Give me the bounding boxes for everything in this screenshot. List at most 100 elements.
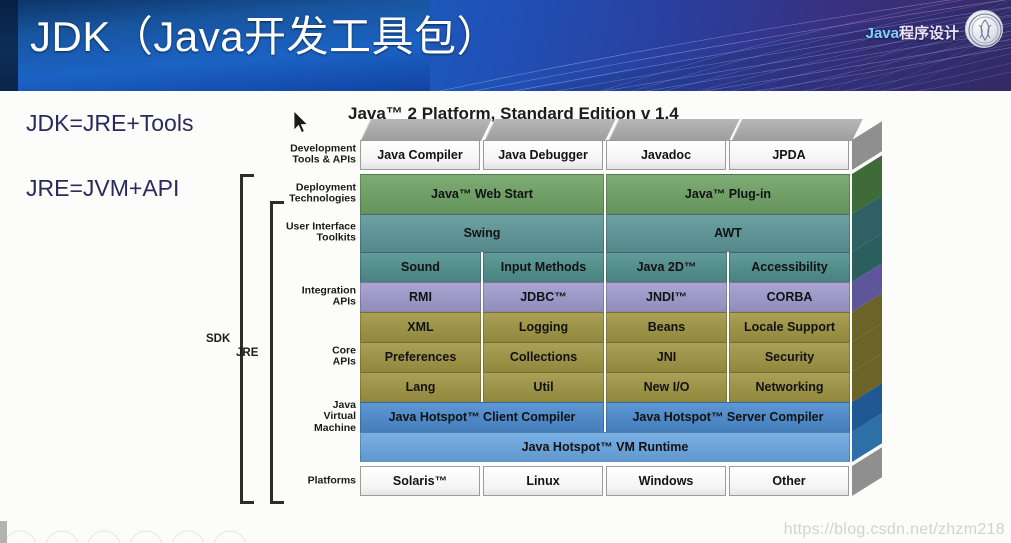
slide-root: JDK（Java开发工具包） Java程序设计 JDK=JRE+Tools JR… [0, 0, 1011, 543]
diagram-cell-label: Beans [647, 320, 686, 334]
platform-stack: Development Tools & APIs Java Compiler Jav… [286, 119, 882, 496]
diagram-cell-label: Windows [638, 474, 694, 488]
diagram-cell-label: Security [764, 350, 815, 364]
diagram-cell: JNI [606, 342, 727, 372]
diagram-cell-label: Accessibility [751, 260, 828, 274]
diagram-row: User Interface Toolkits Swing AWT [286, 195, 882, 252]
diagram-cell-label: Java™ Web Start [431, 187, 533, 201]
diagram-cell-label: JDBC™ [520, 290, 567, 304]
diagram-cell-label: Swing [463, 226, 501, 240]
diagram-cell: Accessibility [729, 252, 850, 282]
diagram-cell-label: Util [533, 380, 554, 394]
diagram-cell: Networking [729, 372, 850, 402]
diagram-cell: Logging [483, 312, 604, 342]
diagram-cell-label: JNI [656, 350, 677, 364]
diagram-row-label: Java Virtual Machine [313, 399, 356, 434]
diagram-cell-label: Collections [509, 350, 578, 364]
diagram-row: Lang Util New I/O Networking [360, 353, 882, 402]
diagram-cell: AWT [606, 214, 850, 252]
diagram-cell-label: JNDI™ [646, 290, 687, 304]
diagram-cell-label: Java Hotspot™ VM Runtime [521, 440, 689, 454]
diagram-cell: Other [729, 466, 849, 496]
diagram-row-label: Deployment Technologies [289, 181, 356, 205]
bracket-sdk-label: SDK [206, 333, 231, 345]
banner-left-shade [0, 0, 18, 91]
diagram-cell: Util [483, 372, 604, 402]
diagram-cell: Java™ Web Start [360, 174, 604, 214]
diagram-cell-label: Lang [405, 380, 436, 394]
diagram-cell-label: Javadoc [640, 148, 692, 162]
diagram-row: Core APIs Preferences Collections JNI Securi… [332, 323, 882, 372]
diagram-cell-label: Logging [518, 320, 569, 334]
diagram-cell: JNDI™ [606, 282, 727, 312]
watermark: https://blog.csdn.net/zhzm218 [783, 521, 1005, 538]
diagram-row-label: Platforms [307, 474, 356, 487]
diagram-row: Java Virtual Machine Java Hotspot™ Client… [314, 383, 882, 433]
diagram-cell: Windows [606, 466, 726, 496]
j2se-platform-diagram: Java™ 2 Platform, Standard Edition v 1.4… [206, 104, 892, 534]
diagram-cell-label: Input Methods [500, 260, 587, 274]
diagram-cell-label: Locale Support [744, 320, 835, 334]
diagram-cell-label: Java Hotspot™ Client Compiler [388, 410, 576, 424]
diagram-cell-label: RMI [409, 290, 432, 304]
diagram-cell-label: Preferences [384, 350, 457, 364]
diagram-row: Platforms Solaris™ Linux Windows Other [308, 447, 882, 496]
diagram-row-label: Development Tools & APIs [290, 142, 356, 166]
diagram-cell: Java™ Plug-in [606, 174, 850, 214]
diagram-cell-label: Sound [401, 260, 440, 274]
diagram-cell: Swing [360, 214, 604, 252]
diagram-cell: Collections [483, 342, 604, 372]
diagram-cell-label: Java Compiler [377, 148, 463, 162]
diagram-cell-label: AWT [714, 226, 742, 240]
diagram-cell-label: XML [407, 320, 434, 334]
diagram-row: Sound Input Methods Java 2D™ Accessibility [360, 233, 882, 282]
diagram-cell: New I/O [606, 372, 727, 402]
tools-row-3d-top [360, 119, 863, 141]
diagram-cell-label: CORBA [766, 290, 813, 304]
university-seal-icon [965, 10, 1003, 48]
diagram-cell: Java Hotspot™ VM Runtime [360, 432, 850, 462]
diagram-cell: Preferences [360, 342, 481, 372]
page-title: JDK（Java开发工具包） [30, 13, 500, 60]
diagram-cell-label: Java™ Plug-in [684, 187, 772, 201]
diagram-row-label: User Interface Toolkits [285, 220, 356, 244]
diagram-cell: Lang [360, 372, 481, 402]
diagram-cell: Input Methods [483, 252, 604, 282]
course-brand: Java程序设计 [866, 22, 959, 43]
diagram-cell-label: JPDA [772, 148, 806, 162]
diagram-cell: Javadoc [606, 140, 726, 170]
diagram-cell-label: Linux [526, 474, 560, 488]
diagram-cell: Solaris™ [360, 466, 480, 496]
diagram-row: Integration APIs RMI JDBC™ JNDI™ CORBA [302, 263, 882, 312]
diagram-cell: Sound [360, 252, 481, 282]
note-jre-equation: JRE=JVM+API [26, 175, 180, 201]
diagram-cell: Java Hotspot™ Server Compiler [606, 402, 850, 432]
diagram-cell: XML [360, 312, 481, 342]
diagram-row-label: Integration APIs [301, 284, 356, 308]
diagram-cell: RMI [360, 282, 481, 312]
note-jdk-equation: JDK=JRE+Tools [26, 110, 194, 136]
diagram-cell: Java Compiler [360, 140, 480, 170]
bottom-left-scallop-decoration [0, 521, 247, 543]
diagram-cell-label: Java Hotspot™ Server Compiler [632, 410, 824, 424]
diagram-cell: Locale Support [729, 312, 850, 342]
diagram-row: Java Hotspot™ VM Runtime [360, 413, 882, 462]
diagram-cell-label: Other [772, 474, 806, 488]
diagram-cell-label: Solaris™ [392, 474, 448, 488]
diagram-row: Development Tools & APIs Java Compiler Jav… [290, 119, 882, 170]
diagram-cell-label: Java 2D™ [636, 260, 697, 274]
diagram-row-label: Core APIs [332, 344, 356, 368]
diagram-row: XML Logging Beans Locale Support [360, 293, 882, 342]
brand-cn-label: 程序设计 [898, 25, 959, 42]
diagram-cell: CORBA [729, 282, 850, 312]
brand-java-label: Java [865, 25, 899, 42]
diagram-cell: Security [729, 342, 850, 372]
diagram-cell-label: Java Debugger [498, 148, 588, 162]
diagram-cell: JPDA [729, 140, 849, 170]
title-banner: JDK（Java开发工具包） Java程序设计 [0, 0, 1011, 91]
diagram-cell: Java Debugger [483, 140, 603, 170]
diagram-cell: Java Hotspot™ Client Compiler [360, 402, 604, 432]
diagram-cell-label: New I/O [643, 380, 690, 394]
diagram-cell: Java 2D™ [606, 252, 727, 282]
diagram-cell-label: Networking [755, 380, 824, 394]
